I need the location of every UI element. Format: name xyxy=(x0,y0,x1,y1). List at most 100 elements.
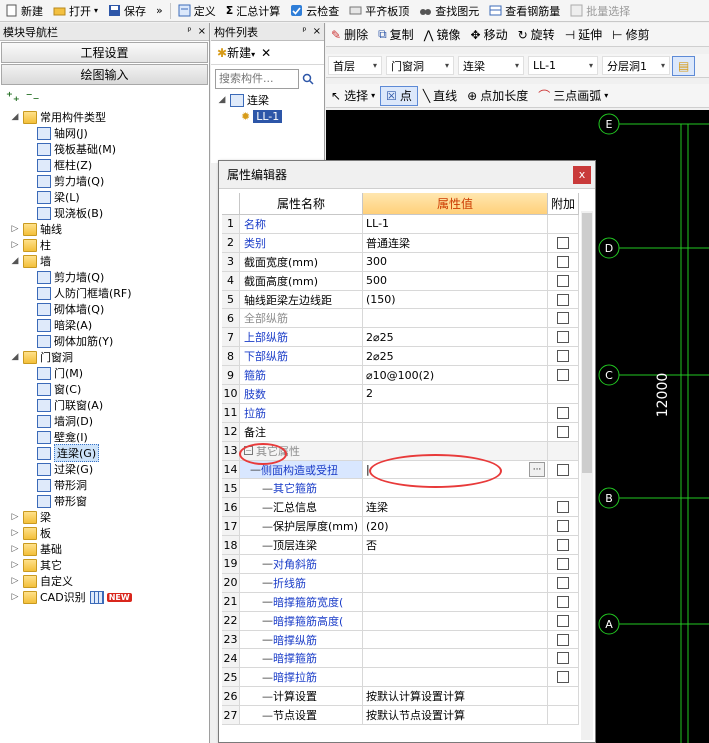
ellipsis-button[interactable]: ··· xyxy=(529,462,545,478)
batch-select-button[interactable]: 批量选择 xyxy=(565,1,635,21)
attach-checkbox[interactable] xyxy=(557,369,569,382)
property-value[interactable]: LL-1 xyxy=(363,215,548,233)
attach-checkbox[interactable] xyxy=(557,576,569,589)
property-row[interactable]: 10 肢数 2 xyxy=(222,385,579,404)
member-select[interactable]: LL-1 ▾ xyxy=(528,56,598,75)
property-editor-titlebar[interactable]: 属性编辑器 x xyxy=(219,161,595,189)
expand-icon[interactable]: ▷ xyxy=(10,528,20,538)
new-button[interactable]: 新建 xyxy=(0,1,48,21)
tree-item[interactable]: 过梁(G) xyxy=(0,461,209,477)
pin-icon[interactable]: ᵖ xyxy=(187,26,191,37)
property-value[interactable] xyxy=(363,611,548,630)
tree-item[interactable]: 门(M) xyxy=(0,365,209,381)
more-button[interactable]: » xyxy=(151,1,168,21)
property-row[interactable]: 1 名称 LL-1 xyxy=(222,215,579,234)
delete-button[interactable]: ✎ 删除 xyxy=(326,25,373,45)
point-length-button[interactable]: ⊕ 点加长度 xyxy=(462,86,533,106)
tree-item[interactable]: 暗梁(A) xyxy=(0,317,209,333)
extend-button[interactable]: ⊣ 延伸 xyxy=(560,25,607,45)
close-button[interactable]: x xyxy=(573,165,591,184)
attach-checkbox[interactable] xyxy=(557,293,569,306)
define-button[interactable]: 定义 xyxy=(173,1,221,21)
tree-item[interactable]: 现浇板(B) xyxy=(0,205,209,221)
properties-toggle[interactable]: ▤ xyxy=(672,55,696,76)
property-row[interactable]: 24— 暗撑箍筋 xyxy=(222,649,579,669)
property-row[interactable]: 23— 暗撑纵筋 xyxy=(222,630,579,650)
property-value[interactable]: 500 xyxy=(363,271,548,290)
tree-item[interactable]: 砌体墙(Q) xyxy=(0,301,209,317)
category-select[interactable]: 门窗洞 ▾ xyxy=(386,56,454,75)
cloud-check-button[interactable]: 云检查 xyxy=(285,1,344,21)
expand-icon[interactable]: ▷ xyxy=(10,512,20,522)
attach-checkbox[interactable] xyxy=(557,236,569,249)
property-value[interactable] xyxy=(363,649,548,668)
tree-group[interactable]: ▷ 梁 xyxy=(0,509,209,525)
property-row[interactable]: 27— 节点设置 按默认节点设置计算 xyxy=(222,706,579,726)
copy-button[interactable]: ⧉ 复制 xyxy=(373,25,419,45)
layer-select[interactable]: 分层洞1 ▾ xyxy=(602,56,670,75)
tree-item[interactable]: 人防门框墙(RF) xyxy=(0,285,209,301)
component-search-input[interactable] xyxy=(215,68,299,89)
attach-checkbox[interactable] xyxy=(557,671,569,684)
tree-item[interactable]: 墙洞(D) xyxy=(0,413,209,429)
property-value[interactable]: 2⌀25 xyxy=(363,328,548,347)
expand-icon[interactable]: ▷ xyxy=(10,240,20,250)
property-row[interactable]: 22— 暗撑箍筋高度( xyxy=(222,611,579,631)
expand-all-icon[interactable]: ⁺₊ xyxy=(6,90,20,105)
attach-checkbox[interactable] xyxy=(557,331,569,344)
expand-icon[interactable]: ▷ xyxy=(10,544,20,554)
attach-checkbox[interactable] xyxy=(557,539,569,552)
property-value[interactable] xyxy=(363,592,548,611)
tree-item[interactable]: 轴网(J) xyxy=(0,125,209,141)
tree-item[interactable]: 带形洞 xyxy=(0,477,209,493)
search-icon[interactable] xyxy=(299,69,317,89)
property-row[interactable]: 16— 汇总信息 连梁 xyxy=(222,498,579,518)
project-settings-button[interactable]: 工程设置 xyxy=(1,42,208,63)
property-row[interactable]: 2 类别 普通连梁 xyxy=(222,233,579,253)
property-row[interactable]: 7 上部纵筋 2⌀25 xyxy=(222,328,579,348)
tree-group[interactable]: ▷ 基础 xyxy=(0,541,209,557)
tree-group[interactable]: ▷ 其它 xyxy=(0,557,209,573)
attach-checkbox[interactable] xyxy=(557,463,569,476)
tree-item[interactable]: 剪力墙(Q) xyxy=(0,173,209,189)
tree-item[interactable]: 壁龛(I) xyxy=(0,429,209,445)
property-row[interactable]: 17— 保护层厚度(mm) (20) xyxy=(222,517,579,537)
mirror-button[interactable]: ⋀ 镜像 xyxy=(419,25,466,45)
close-icon[interactable]: × xyxy=(198,26,206,37)
property-row[interactable]: 13− 其它属性 xyxy=(222,441,579,461)
find-element-button[interactable]: 查找图元 xyxy=(414,1,484,21)
comp-tree-root[interactable]: ◢ 连梁 xyxy=(211,92,324,108)
expand-icon[interactable]: ▷ xyxy=(10,560,20,570)
tree-item[interactable]: 筏板基础(M) xyxy=(0,141,209,157)
attach-checkbox[interactable] xyxy=(557,255,569,268)
tree-item[interactable]: 剪力墙(Q) xyxy=(0,269,209,285)
property-value[interactable] xyxy=(363,573,548,592)
property-row[interactable]: 26— 计算设置 按默认计算设置计算 xyxy=(222,687,579,707)
property-value[interactable]: (20) xyxy=(363,517,548,536)
tree-item[interactable]: 梁(L) xyxy=(0,189,209,205)
tree-group[interactable]: ▷ 板 xyxy=(0,525,209,541)
delete-component-button[interactable]: ✕ xyxy=(261,46,271,60)
collapse-icon[interactable]: ◢ xyxy=(10,256,20,266)
expand-icon[interactable]: ▷ xyxy=(10,576,20,586)
property-value[interactable] xyxy=(363,441,548,460)
sum-calc-button[interactable]: Σ 汇总计算 xyxy=(221,1,286,21)
property-row[interactable]: 14— 侧面构造或受扭 | ··· xyxy=(222,460,579,480)
tree-group[interactable]: ▷ 自定义 xyxy=(0,573,209,589)
property-row[interactable]: 11 拉筋 xyxy=(222,403,579,423)
property-value[interactable]: 2 xyxy=(363,385,548,403)
property-value[interactable]: 否 xyxy=(363,536,548,555)
expand-icon[interactable]: ▷ xyxy=(10,592,20,602)
attach-checkbox[interactable] xyxy=(557,312,569,325)
point-button[interactable]: ☒ 点 xyxy=(380,85,418,106)
collapse-icon[interactable]: ◢ xyxy=(217,95,227,105)
property-value[interactable] xyxy=(363,479,548,498)
property-row[interactable]: 9 箍筋 ⌀10@100(2) xyxy=(222,366,579,386)
attach-checkbox[interactable] xyxy=(557,406,569,419)
property-value[interactable]: | ··· xyxy=(363,460,548,479)
property-row[interactable]: 18— 顶层连梁否 xyxy=(222,536,579,556)
three-point-arc-button[interactable]: ⌒ 三点画弧 ▾ xyxy=(533,86,613,106)
tree-item[interactable]: 门联窗(A) xyxy=(0,397,209,413)
collapse-group-icon[interactable]: − xyxy=(244,446,253,456)
save-button[interactable]: 保存 xyxy=(103,1,151,21)
